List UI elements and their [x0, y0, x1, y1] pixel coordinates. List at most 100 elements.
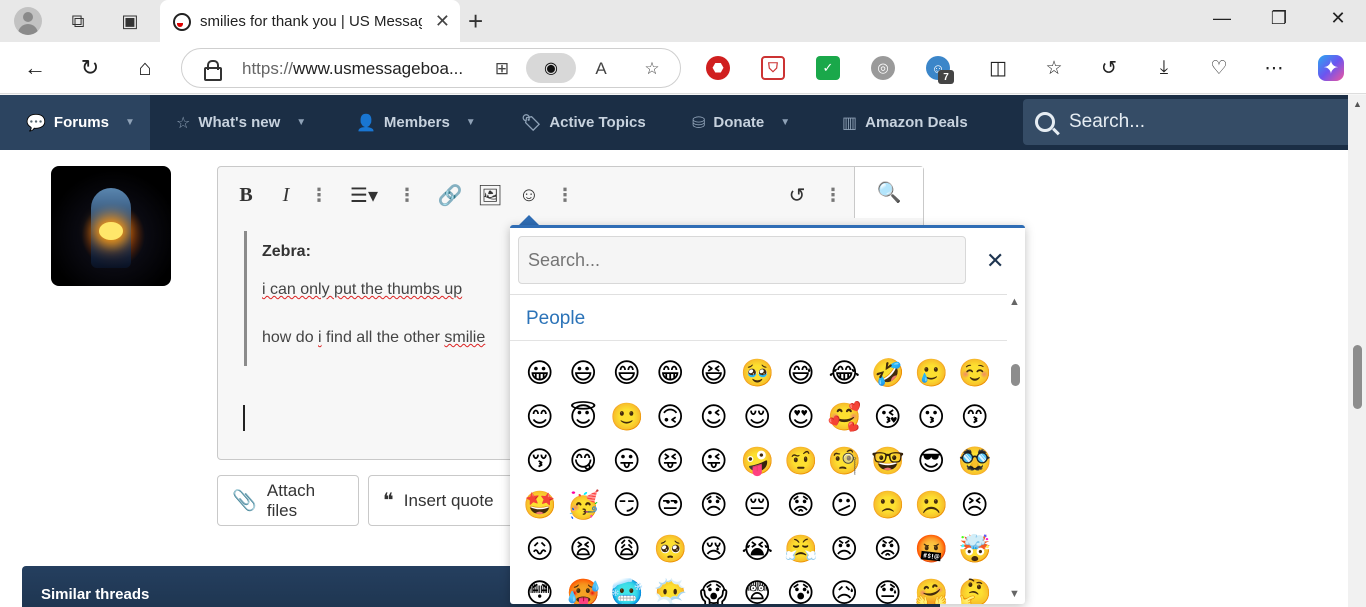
browser-tab-active[interactable]: smilies for thank you | US Message Board… [160, 0, 460, 42]
emoji-item[interactable]: 🤓 [866, 439, 910, 483]
emoji-item[interactable]: 😤 [779, 527, 823, 571]
emoji-item[interactable]: 😊 [518, 395, 562, 439]
emoji-item[interactable]: 🤩 [518, 483, 562, 527]
scroll-up-icon[interactable]: ▲ [1353, 99, 1362, 109]
refresh-icon[interactable]: ↻ [76, 54, 104, 82]
image-icon[interactable]: 🖼 [477, 181, 502, 209]
more-text-options-icon[interactable]: ⋮ [310, 181, 328, 209]
app-available-icon[interactable]: ⊞ [490, 57, 514, 81]
tab-actions-icon[interactable]: ▣ [116, 8, 144, 34]
minimize-button[interactable]: — [1202, 8, 1242, 29]
emoji-item[interactable]: 😅 [779, 351, 823, 395]
nav-forums[interactable]: 💬 Forums ▼ [0, 95, 150, 150]
emoji-item[interactable]: 😡 [866, 527, 910, 571]
emoji-item[interactable]: 🤯 [953, 527, 997, 571]
scroll-up-icon[interactable]: ▲ [1009, 296, 1020, 308]
preview-icon[interactable]: 🔍 [854, 167, 923, 218]
checkmark-extension-icon[interactable]: ✓ [816, 56, 840, 80]
emoji-item[interactable]: 😰 [779, 571, 823, 604]
maximize-button[interactable]: ❐ [1259, 8, 1299, 29]
shield-extension-icon[interactable]: ⛉ [761, 56, 785, 80]
emoji-item[interactable]: 😇 [562, 395, 606, 439]
emoji-item[interactable]: 😠 [823, 527, 867, 571]
site-search-input[interactable]: Search... [1023, 99, 1353, 145]
emoji-item[interactable]: 😂 [823, 351, 867, 395]
tab-close-icon[interactable]: ✕ [435, 11, 450, 32]
emoji-item[interactable]: 😥 [823, 571, 867, 604]
nav-donate[interactable]: ⛁ Donate ▼ [692, 95, 790, 150]
emoji-item[interactable]: 😞 [692, 483, 736, 527]
emoji-item[interactable]: 😣 [953, 483, 997, 527]
emoji-item[interactable]: 🥹 [736, 351, 780, 395]
emoji-item[interactable]: 😨 [736, 571, 780, 604]
nav-members[interactable]: 👤 Members ▼ [356, 95, 476, 150]
emoji-item[interactable]: 🤪 [736, 439, 780, 483]
url-text[interactable]: https://www.usmessageboa... [242, 59, 463, 79]
emoji-item[interactable]: 😆 [692, 351, 736, 395]
nav-amazon-deals[interactable]: ▥ Amazon Deals [842, 95, 968, 150]
emoji-item[interactable]: 🤬 [910, 527, 954, 571]
emoji-item[interactable]: ☹️ [910, 483, 954, 527]
history-icon[interactable]: ↺ [1096, 55, 1122, 81]
emoji-item[interactable]: ☺️ [953, 351, 997, 395]
user-avatar[interactable] [51, 166, 171, 286]
smilies-icon[interactable]: ☺ [517, 181, 541, 209]
emoji-item[interactable]: 😚 [518, 439, 562, 483]
emoji-item[interactable]: 🥰 [823, 395, 867, 439]
lock-icon[interactable] [204, 60, 222, 81]
emoji-item[interactable]: 😍 [779, 395, 823, 439]
chevron-down-icon[interactable]: ▼ [296, 117, 306, 128]
emoji-item[interactable]: 😋 [562, 439, 606, 483]
chevron-down-icon[interactable]: ▼ [466, 117, 476, 128]
emoji-item[interactable]: 😩 [605, 527, 649, 571]
italic-icon[interactable]: I [276, 181, 296, 209]
emoji-item[interactable]: 😫 [562, 527, 606, 571]
emoji-item[interactable]: 😀 [518, 351, 562, 395]
emoji-item[interactable]: 🤣 [866, 351, 910, 395]
chevron-down-icon[interactable]: ▼ [125, 117, 135, 128]
insert-quote-button[interactable]: ❝ Insert quote [368, 475, 518, 526]
emoji-item[interactable]: 🤔 [953, 571, 997, 604]
emoji-item[interactable]: 🧐 [823, 439, 867, 483]
emoji-item[interactable]: 😉 [692, 395, 736, 439]
page-scrollbar[interactable]: ▲ [1348, 95, 1366, 607]
emoji-item[interactable]: 😗 [910, 395, 954, 439]
emoji-item[interactable]: 😖 [518, 527, 562, 571]
more-insert-options-icon[interactable]: ⋮ [556, 181, 574, 209]
read-aloud-icon[interactable]: A [589, 57, 613, 81]
attach-files-button[interactable]: 📎 Attach files [217, 475, 359, 526]
workspaces-icon[interactable]: ⧉ [64, 8, 92, 34]
new-tab-button[interactable]: + [468, 6, 483, 37]
emoji-item[interactable]: 😜 [692, 439, 736, 483]
emoji-item[interactable]: 😟 [779, 483, 823, 527]
emoji-item[interactable]: 🥶 [605, 571, 649, 604]
emoji-item[interactable]: 😏 [605, 483, 649, 527]
emoji-item[interactable]: 😭 [736, 527, 780, 571]
downloads-icon[interactable]: ⤓ [1151, 55, 1177, 81]
favorite-star-icon[interactable]: ☆ [640, 57, 664, 81]
emoji-item[interactable]: 😁 [649, 351, 693, 395]
emoji-item[interactable]: 😒 [649, 483, 693, 527]
back-icon[interactable]: ← [21, 54, 49, 82]
window-close-button[interactable]: ✕ [1318, 8, 1358, 29]
home-icon[interactable]: ⌂ [131, 54, 159, 82]
emoji-item[interactable]: 😘 [866, 395, 910, 439]
emoji-item[interactable]: 😶‍🌫️ [649, 571, 693, 604]
emoji-item[interactable]: 🥸 [953, 439, 997, 483]
emoji-item[interactable]: 😙 [953, 395, 997, 439]
undo-icon[interactable]: ↺ [785, 181, 809, 209]
emoji-item[interactable]: 🤗 [910, 571, 954, 604]
favorites-icon[interactable]: ☆ [1041, 55, 1067, 81]
emoji-item[interactable]: 😓 [866, 571, 910, 604]
split-screen-icon[interactable]: ◫ [985, 55, 1011, 81]
emoji-item[interactable]: 😄 [605, 351, 649, 395]
emoji-item[interactable]: 😎 [910, 439, 954, 483]
chevron-down-icon[interactable]: ▼ [780, 117, 790, 128]
emoji-item[interactable]: 🥵 [562, 571, 606, 604]
copilot-icon[interactable]: ✦ [1318, 55, 1344, 81]
link-icon[interactable]: 🔗 [438, 181, 463, 209]
emoji-item[interactable]: 😃 [562, 351, 606, 395]
scrollbar-thumb[interactable] [1011, 364, 1020, 386]
list-icon[interactable]: ☰▾ [345, 181, 383, 209]
nav-whats-new[interactable]: ☆ What's new ▼ [176, 95, 306, 150]
